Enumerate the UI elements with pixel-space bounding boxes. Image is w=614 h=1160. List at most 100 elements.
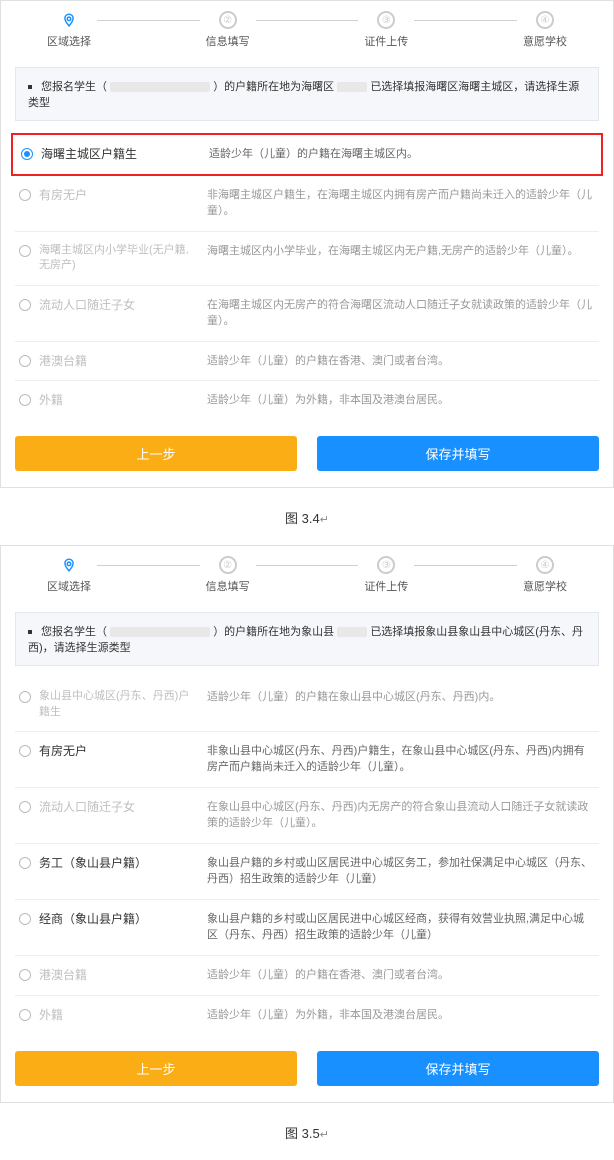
option-row[interactable]: 海曙主城区户籍生适龄少年（儿童）的户籍在海曙主城区内。	[11, 133, 603, 176]
save-next-button[interactable]: 保存并填写	[317, 436, 599, 471]
option-description: 适龄少年（儿童）的户籍在海曙主城区内。	[209, 146, 593, 163]
step: ④意愿学校	[517, 556, 573, 594]
option-description: 非象山县中心城区(丹东、丹西)户籍生，在象山县中心城区(丹东、丹西)内拥有房产而…	[207, 743, 595, 776]
notice-bar: 您报名学生（ ）的户籍所在地为象山县 已选择填报象山县象山县中心城区(丹东、丹西…	[15, 612, 599, 666]
stepper: 区域选择 ② 信息填写 ③ 证件上传 ④ 意愿学校	[1, 1, 613, 55]
step-label: 信息填写	[206, 33, 250, 49]
step: ② 信息填写	[200, 556, 256, 594]
option-description: 象山县户籍的乡村或山区居民进中心城区务工，参加社保满足中心城区（丹东、丹西）招生…	[207, 855, 595, 888]
option-description: 适龄少年（儿童）的户籍在香港、澳门或者台湾。	[207, 967, 595, 984]
option-description: 在象山县中心城区(丹东、丹西)内无房产的符合象山县流动人口随迁子女就读政策的适龄…	[207, 799, 595, 832]
radio-icon[interactable]	[19, 355, 31, 367]
radio-icon[interactable]	[19, 857, 31, 869]
option-label: 海曙主城区户籍生	[41, 146, 201, 163]
radio-icon[interactable]	[19, 299, 31, 311]
step: ④ 意愿学校	[517, 11, 573, 49]
step-label: 意愿学校	[523, 578, 567, 594]
bullet-icon	[28, 85, 32, 89]
step-label: 区域选择	[47, 33, 91, 49]
bullet-icon	[28, 630, 32, 634]
location-icon	[60, 11, 78, 29]
option-description: 适龄少年（儿童）为外籍，非本国及港澳台居民。	[207, 392, 595, 409]
radio-icon[interactable]	[21, 148, 33, 160]
button-row: 上一步 保存并填写	[1, 424, 613, 487]
redacted-area	[337, 627, 367, 637]
stepper: 区域选择 ② 信息填写 ③ 证件上传 ④意愿学校	[1, 546, 613, 600]
radio-icon[interactable]	[19, 745, 31, 757]
option-row[interactable]: 流动人口随迁子女在海曙主城区内无房产的符合海曙区流动人口随迁子女就读政策的适龄少…	[15, 286, 599, 342]
option-label: 务工（象山县户籍）	[39, 855, 199, 872]
step-number-icon: ③	[377, 11, 395, 29]
option-label: 象山县中心城区(丹东、丹西)户籍生	[39, 689, 199, 720]
option-row[interactable]: 港澳台籍适龄少年（儿童）的户籍在香港、澳门或者台湾。	[15, 342, 599, 382]
figure-caption: 图 3.4↵	[0, 496, 614, 545]
step-label: 证件上传	[364, 578, 408, 594]
option-description: 在海曙主城区内无房产的符合海曙区流动人口随迁子女就读政策的适龄少年（儿童）。	[207, 297, 595, 330]
step: 区域选择	[41, 556, 97, 594]
option-label: 有房无户	[39, 187, 199, 204]
radio-icon[interactable]	[19, 189, 31, 201]
step-number-icon: ②	[219, 556, 237, 574]
redacted-name	[110, 82, 210, 92]
step-number-icon: ④	[536, 11, 554, 29]
form-card-1: 区域选择 ② 信息填写 ③ 证件上传 ④ 意愿学校 您报名学生（ ）的户籍所在地为海曙区 已…	[0, 0, 614, 488]
radio-icon[interactable]	[19, 969, 31, 981]
step: ③ 证件上传	[358, 556, 414, 594]
notice-text-pre: 您报名学生（	[41, 81, 107, 93]
figure-caption: 图 3.5↵	[0, 1111, 614, 1160]
option-description: 非海曙主城区户籍生，在海曙主城区内拥有房产而户籍尚未迁入的适龄少年（儿童）。	[207, 187, 595, 220]
prev-button[interactable]: 上一步	[15, 1051, 297, 1086]
redacted-area	[337, 82, 367, 92]
step: ② 信息填写	[200, 11, 256, 49]
step-number-icon: ②	[219, 11, 237, 29]
form-card-2: 区域选择 ② 信息填写 ③ 证件上传 ④意愿学校 您报名学生（ ）的户籍所在地为象山县 已…	[0, 545, 614, 1102]
step: 区域选择	[41, 11, 97, 49]
option-row[interactable]: 经商（象山县户籍） 象山县户籍的乡村或山区居民进中心城区经商，获得有效营业执照,满…	[15, 900, 599, 956]
option-label: 港澳台籍	[39, 967, 199, 984]
notice-bar: 您报名学生（ ）的户籍所在地为海曙区 已选择填报海曙区海曙主城区，请选择生源类型	[15, 67, 599, 121]
step-label: 信息填写	[206, 578, 250, 594]
option-list: 海曙主城区户籍生适龄少年（儿童）的户籍在海曙主城区内。有房无户非海曙主城区户籍生…	[1, 133, 613, 424]
radio-icon[interactable]	[19, 913, 31, 925]
step-label: 区域选择	[47, 578, 91, 594]
step-number-icon: ③	[377, 556, 395, 574]
step: ③ 证件上传	[358, 11, 414, 49]
step-label: 意愿学校	[523, 33, 567, 49]
option-label: 经商（象山县户籍）	[39, 911, 199, 928]
option-row[interactable]: 流动人口随迁子女在象山县中心城区(丹东、丹西)内无房产的符合象山县流动人口随迁子…	[15, 788, 599, 844]
option-description: 适龄少年（儿童）的户籍在香港、澳门或者台湾。	[207, 353, 595, 370]
return-mark: ↵	[320, 1129, 329, 1141]
radio-icon[interactable]	[19, 1009, 31, 1021]
option-label: 海曙主城区内小学毕业(无户籍,无房产)	[39, 243, 199, 274]
radio-icon[interactable]	[19, 245, 31, 257]
redacted-name	[110, 627, 210, 637]
return-mark: ↵	[320, 514, 329, 526]
option-row[interactable]: 海曙主城区内小学毕业(无户籍,无房产) 海曙主城区内小学毕业，在海曙主城区内无户籍…	[15, 232, 599, 286]
prev-button[interactable]: 上一步	[15, 436, 297, 471]
radio-icon[interactable]	[19, 691, 31, 703]
option-label: 流动人口随迁子女	[39, 799, 199, 816]
option-row[interactable]: 外籍适龄少年（儿童）为外籍，非本国及港澳台居民。	[15, 381, 599, 420]
radio-icon[interactable]	[19, 801, 31, 813]
option-description: 适龄少年（儿童）为外籍，非本国及港澳台居民。	[207, 1007, 595, 1024]
button-row: 上一步 保存并填写	[1, 1039, 613, 1102]
save-next-button[interactable]: 保存并填写	[317, 1051, 599, 1086]
option-label: 外籍	[39, 1007, 199, 1024]
radio-icon[interactable]	[19, 394, 31, 406]
option-description: 象山县户籍的乡村或山区居民进中心城区经商，获得有效营业执照,满足中心城区（丹东、…	[207, 911, 595, 944]
option-label: 有房无户	[39, 743, 199, 760]
step-label: 证件上传	[364, 33, 408, 49]
option-row[interactable]: 有房无户非海曙主城区户籍生，在海曙主城区内拥有房产而户籍尚未迁入的适龄少年（儿童…	[15, 176, 599, 232]
option-description: 适龄少年（儿童）的户籍在象山县中心城区(丹东、丹西)内。	[207, 689, 595, 706]
option-row[interactable]: 港澳台籍适龄少年（儿童）的户籍在香港、澳门或者台湾。	[15, 956, 599, 996]
option-list: 象山县中心城区(丹东、丹西)户籍生适龄少年（儿童）的户籍在象山县中心城区(丹东、…	[1, 678, 613, 1038]
location-icon	[60, 556, 78, 574]
option-row[interactable]: 外籍适龄少年（儿童）为外籍，非本国及港澳台居民。	[15, 996, 599, 1035]
option-description: 海曙主城区内小学毕业，在海曙主城区内无户籍,无房产的适龄少年（儿童）。	[207, 243, 595, 260]
notice-text-mid: ）的户籍所在地为象山县	[213, 626, 334, 638]
notice-text-mid: ）的户籍所在地为海曙区	[213, 81, 334, 93]
option-label: 外籍	[39, 392, 199, 409]
option-row[interactable]: 有房无户非象山县中心城区(丹东、丹西)户籍生，在象山县中心城区(丹东、丹西)内拥…	[15, 732, 599, 788]
option-row[interactable]: 务工（象山县户籍） 象山县户籍的乡村或山区居民进中心城区务工，参加社保满足中心城区…	[15, 844, 599, 900]
option-row[interactable]: 象山县中心城区(丹东、丹西)户籍生适龄少年（儿童）的户籍在象山县中心城区(丹东、…	[15, 678, 599, 732]
